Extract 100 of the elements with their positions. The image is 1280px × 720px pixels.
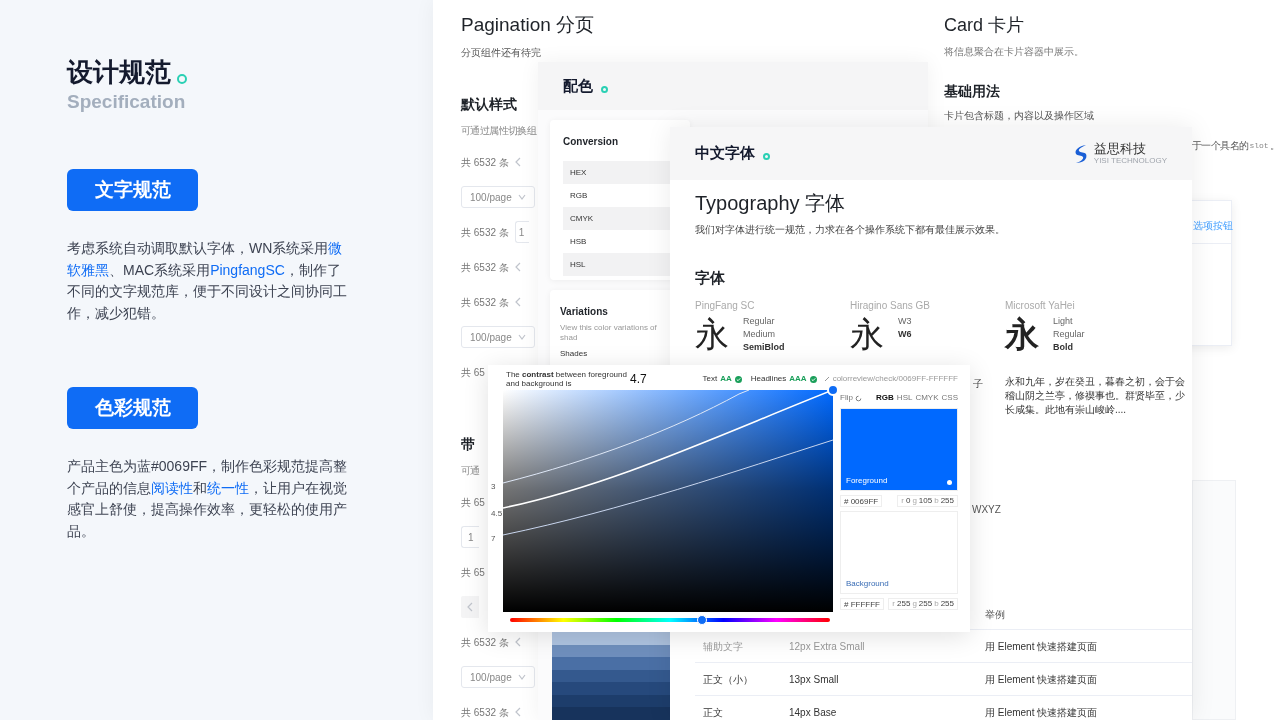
axis-label: 3 (491, 481, 496, 493)
hex-input[interactable]: # FFFFFF (840, 598, 884, 610)
font-weight-label: SemiBlod (743, 341, 785, 353)
page-input[interactable]: 1 (461, 526, 479, 548)
page-size-select[interactable]: 100/page (461, 186, 535, 208)
check-icon (809, 375, 817, 383)
section-description: 产品主色为蓝#0069FF，制作色彩规范提高整个产品的信息阅读性和统一性，让用户在视觉感官上舒使，提高操作效率，更轻松的使用产品。 (67, 457, 349, 541)
chevron-down-icon (518, 192, 526, 202)
section-heading: 默认样式 (461, 95, 518, 114)
card-description: View this color variations of shad (560, 323, 658, 343)
total-count: 共 6532 条 (461, 260, 509, 275)
table-cell-text: 正文（小） (702, 672, 754, 687)
contrast-ratio: 4.7 (630, 371, 647, 388)
font-name: Microsoft YaHei (1005, 299, 1076, 312)
grade-text: AAA (789, 373, 807, 385)
font-name: Hiragino Sans GB (850, 299, 932, 312)
grade-label: Headlines (750, 373, 787, 385)
picker-handle[interactable] (827, 384, 839, 396)
table-cell-text: 12px Extra Small (789, 639, 866, 654)
color-swatch[interactable]: Foreground (840, 408, 958, 491)
font-weight-label: Light (1053, 315, 1074, 327)
grade-text: AA (720, 373, 732, 385)
table-cell-text: 用 Element 快速搭建页面 (985, 672, 1098, 687)
font-weight-label: W3 (898, 315, 912, 327)
table-cell-text: 13px Small (789, 672, 840, 687)
font-weight-label: Medium (743, 328, 776, 340)
table-cell-text: 14px Base (789, 705, 838, 720)
font-weight-label: W6 (898, 328, 912, 340)
card-title: Conversion (563, 135, 619, 149)
alphabet-sample: WXYZ (972, 503, 1001, 517)
font-sample-glyph: 永 (695, 315, 729, 353)
hex-input[interactable]: # 0069FF (840, 495, 883, 507)
brand-tagline: YISI TECHNOLOGY (1093, 157, 1167, 165)
color-mode-tab[interactable]: HSL (896, 392, 913, 404)
page-title: 设计规范 (67, 56, 171, 89)
section-title: Typography 字体 (695, 191, 847, 216)
section-description: 可通 (461, 464, 481, 478)
total-count: 共 6532 条 (461, 225, 509, 240)
section-button[interactable]: 文字规范 (67, 169, 198, 211)
contrast-map[interactable] (503, 390, 833, 612)
total-count: 共 6532 条 (461, 635, 509, 650)
panel-title: Card 卡片 (944, 14, 1025, 37)
swatch-label: Background (846, 578, 889, 590)
color-swatch[interactable]: Background (840, 511, 958, 594)
table-cell-text: 用 Element 快速搭建页面 (985, 639, 1098, 654)
section-description: 可通过属性切换组 (461, 124, 538, 138)
section-button[interactable]: 色彩规范 (67, 387, 198, 429)
font-sample-glyph: 永 (850, 315, 884, 352)
axis-label: 7 (491, 533, 496, 545)
code-text: slot (1249, 139, 1269, 152)
contrast-label: The contrast between foreground and background is (506, 370, 628, 388)
chevron-down-icon (518, 332, 526, 342)
panel-title: 配色 (563, 75, 593, 96)
page-input[interactable]: 1 (514, 221, 529, 243)
page-size-select[interactable]: 100/page (461, 666, 535, 688)
card-action-link[interactable]: 选项按钮 (1193, 218, 1233, 233)
link-icon (823, 376, 830, 382)
chevron-left-icon (514, 157, 521, 167)
panel-description: 将信息聚合在卡片容器中展示。 (944, 45, 1085, 59)
check-icon (734, 375, 742, 383)
section-description: 考虑系统自动调取默认字体，WN系统采用微软雅黑、MAC系统采用PingfangSC，制作了不同的文字规范库，便于不同设计之间协同工作，减少犯错。 (67, 239, 348, 323)
chevron-down-icon (518, 672, 526, 682)
shades-label: Shades (560, 348, 589, 360)
total-count: 共 65 (461, 365, 485, 380)
section-heading: 基础用法 (944, 82, 1001, 101)
url-link[interactable]: colorreview/check/0069FF-FFFFFF (832, 373, 958, 385)
panel-title: Pagination 分页 (461, 13, 596, 37)
font-name: PingFang SC (695, 299, 756, 312)
total-count: 共 65 (461, 495, 485, 510)
chevron-left-icon (514, 297, 521, 307)
font-sample-glyph: 永 (1005, 315, 1039, 353)
note-text: 。 (1269, 139, 1280, 153)
grade-label: Text (702, 373, 718, 385)
chevron-left-icon (514, 262, 521, 272)
font-weight-label: Bold (1053, 341, 1074, 353)
total-count: 共 65 (461, 565, 485, 580)
panel-title: 中文字体 (695, 143, 755, 164)
card-title: Variations (560, 305, 609, 319)
color-mode-tab[interactable]: CSS (941, 392, 958, 404)
page-subtitle: Specification (67, 90, 187, 114)
total-count: 共 6532 条 (461, 705, 509, 720)
slider-thumb[interactable] (697, 615, 707, 625)
table-cell-text: 用 Element 快速搭建页面 (985, 705, 1098, 720)
section-description: 我们对字体进行统一规范，力求在各个操作系统下都有最佳展示效果。 (695, 223, 1006, 237)
brand-name: 益思科技 (1093, 142, 1147, 155)
column-header: 举例 (985, 608, 1005, 622)
flip-button[interactable]: Flip (840, 392, 853, 404)
section-description: 卡片包含标题，内容以及操作区域 (944, 109, 1095, 123)
hue-slider[interactable] (510, 618, 830, 622)
sample-text: 永和九年，岁在癸丑，暮春之初，会于会稽山阴之兰亭，修禊事也。群贤毕至，少长咸集。此地有崇山峻岭.... (1005, 375, 1185, 417)
table-cell-text: 辅助文字 (702, 639, 744, 654)
panel-subtitle: 分页组件还有待完 (461, 46, 542, 60)
section-heading: 带 (461, 435, 476, 454)
page-size-select[interactable]: 100/page (461, 326, 535, 348)
font-weight-label: Regular (743, 315, 776, 327)
swatch-label: Foreground (846, 475, 888, 487)
chevron-left-icon (514, 707, 521, 717)
color-mode-tab[interactable]: CMYK (915, 392, 939, 404)
color-mode-tab[interactable]: RGB (876, 392, 894, 404)
refresh-icon (854, 394, 862, 402)
